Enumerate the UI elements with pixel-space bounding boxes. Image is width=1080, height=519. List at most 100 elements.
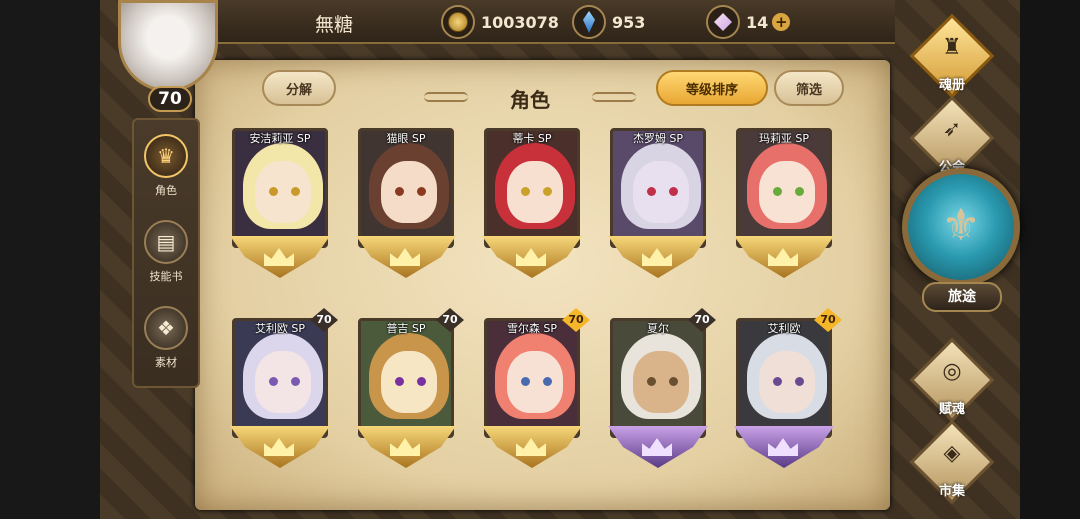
character-eye — [543, 187, 552, 196]
character-face — [633, 161, 689, 223]
character-eye — [669, 187, 678, 196]
sort-by-level-button[interactable]: 等级排序 — [656, 70, 768, 106]
filter-button[interactable]: 筛选 — [774, 70, 844, 106]
right-nav-soul-imbue[interactable]: ◎ 赋魂 — [904, 337, 1000, 424]
left-nav-item-skill-book[interactable]: ▤ 技能书 — [134, 212, 198, 292]
title-ornament-left — [424, 92, 468, 102]
character-eye — [773, 187, 782, 196]
character-eye — [395, 187, 404, 196]
crystal-amount: 953 — [612, 12, 646, 32]
right-nav-label: 魂册 — [938, 78, 965, 93]
character-eye — [269, 377, 278, 386]
character-face — [507, 161, 563, 223]
character-face — [759, 161, 815, 223]
material-icon: ❖ — [144, 306, 188, 350]
character-eye — [291, 377, 300, 386]
character-face — [255, 161, 311, 223]
character-name: 玛莉亚 SP — [758, 132, 810, 145]
player-avatar-panel[interactable]: 70 — [110, 0, 228, 118]
character-eye — [521, 377, 530, 386]
character-eye — [647, 187, 656, 196]
character-name: 蒂卡 SP — [512, 132, 552, 145]
character-portrait — [484, 318, 580, 438]
character-eye — [669, 377, 678, 386]
left-nav-label: 素材 — [155, 356, 177, 369]
gem-currency: 14 + — [706, 5, 791, 39]
character-eye — [395, 377, 404, 386]
character-name: 猫眼 SP — [386, 132, 426, 145]
character-name: 杰罗姆 SP — [632, 132, 684, 145]
character-portrait — [232, 318, 328, 438]
skill-book-icon: ▤ — [144, 220, 188, 264]
character-eye — [417, 187, 426, 196]
character-face — [633, 351, 689, 413]
left-nav-label: 角色 — [155, 184, 177, 197]
character-face — [759, 351, 815, 413]
add-gem-button[interactable]: + — [772, 13, 791, 31]
character-card[interactable]: 艾利欧 SP 70 — [222, 308, 338, 478]
gem-icon — [706, 5, 740, 39]
title-ornament-right — [592, 92, 636, 102]
character-card[interactable]: 安洁莉亚 SP — [222, 118, 332, 288]
crystal-icon — [572, 5, 606, 39]
character-eye — [521, 187, 530, 196]
character-card[interactable]: 普吉 SP 70 — [348, 308, 464, 478]
character-eye — [773, 377, 782, 386]
page-title: 角色 — [510, 88, 550, 112]
character-portrait — [358, 318, 454, 438]
avatar[interactable] — [118, 0, 218, 92]
character-face — [381, 351, 437, 413]
character-name: 安洁莉亚 SP — [249, 132, 311, 145]
character-eye — [543, 377, 552, 386]
gold-coin-icon — [441, 5, 475, 39]
gem-amount: 14 — [746, 12, 769, 32]
character-face — [255, 351, 311, 413]
left-nav-item-material[interactable]: ❖ 素材 — [134, 298, 198, 378]
character-portrait — [610, 318, 706, 438]
character-card[interactable]: 玛莉亚 SP — [726, 118, 836, 288]
character-card[interactable]: 夏尔 70 — [600, 308, 716, 478]
left-nav-label: 技能书 — [149, 270, 183, 283]
gold-currency: 1003078 — [441, 5, 559, 39]
right-nav-label: 市集 — [938, 484, 965, 499]
right-black-bar — [1020, 0, 1080, 519]
character-portrait — [232, 128, 328, 248]
character-portrait — [610, 128, 706, 248]
character-icon: ♛ — [144, 134, 188, 178]
character-portrait — [358, 128, 454, 248]
player-level-badge: 70 — [148, 86, 192, 112]
character-eye — [795, 377, 804, 386]
character-eye — [291, 187, 300, 196]
character-card[interactable]: 蒂卡 SP — [474, 118, 584, 288]
journey-icon: ⚜ — [941, 200, 981, 251]
character-eye — [647, 377, 656, 386]
character-card[interactable]: 猫眼 SP — [348, 118, 458, 288]
character-portrait — [736, 318, 832, 438]
character-face — [507, 351, 563, 413]
character-eye — [417, 377, 426, 386]
character-eye — [269, 187, 278, 196]
right-nav-soul-book[interactable]: ♜ 魂册 — [904, 13, 1000, 100]
left-black-bar — [0, 0, 100, 519]
guild-icon: ➶ — [942, 117, 962, 142]
right-nav-market[interactable]: ◈ 市集 — [904, 419, 1000, 506]
soul-imbue-icon: ◎ — [942, 359, 962, 384]
left-nav-item-character[interactable]: ♛ 角色 — [134, 126, 198, 206]
player-name: 無糖 — [315, 14, 354, 36]
right-nav-label: 赋魂 — [938, 402, 965, 417]
journey-button[interactable]: ⚜ 旅途 — [900, 168, 1024, 328]
character-portrait — [736, 128, 832, 248]
character-face — [381, 161, 437, 223]
character-card[interactable]: 雪尔森 SP 70 — [474, 308, 590, 478]
character-card[interactable]: 杰罗姆 SP — [600, 118, 710, 288]
character-eye — [795, 187, 804, 196]
character-grid: 安洁莉亚 SP 猫眼 SP 蒂卡 SP 杰罗姆 SP 玛莉亚 SP 艾利欧 SP 70 普吉 … — [222, 118, 872, 510]
character-portrait — [484, 128, 580, 248]
character-card[interactable]: 艾利欧 70 — [726, 308, 842, 478]
left-nav: ♛ 角色 ▤ 技能书 ❖ 素材 — [132, 118, 200, 388]
decompose-button[interactable]: 分解 — [262, 70, 336, 106]
soul-book-icon: ♜ — [942, 35, 962, 60]
market-icon: ◈ — [943, 441, 961, 466]
journey-label: 旅途 — [922, 282, 1002, 312]
crystal-currency: 953 — [572, 5, 645, 39]
